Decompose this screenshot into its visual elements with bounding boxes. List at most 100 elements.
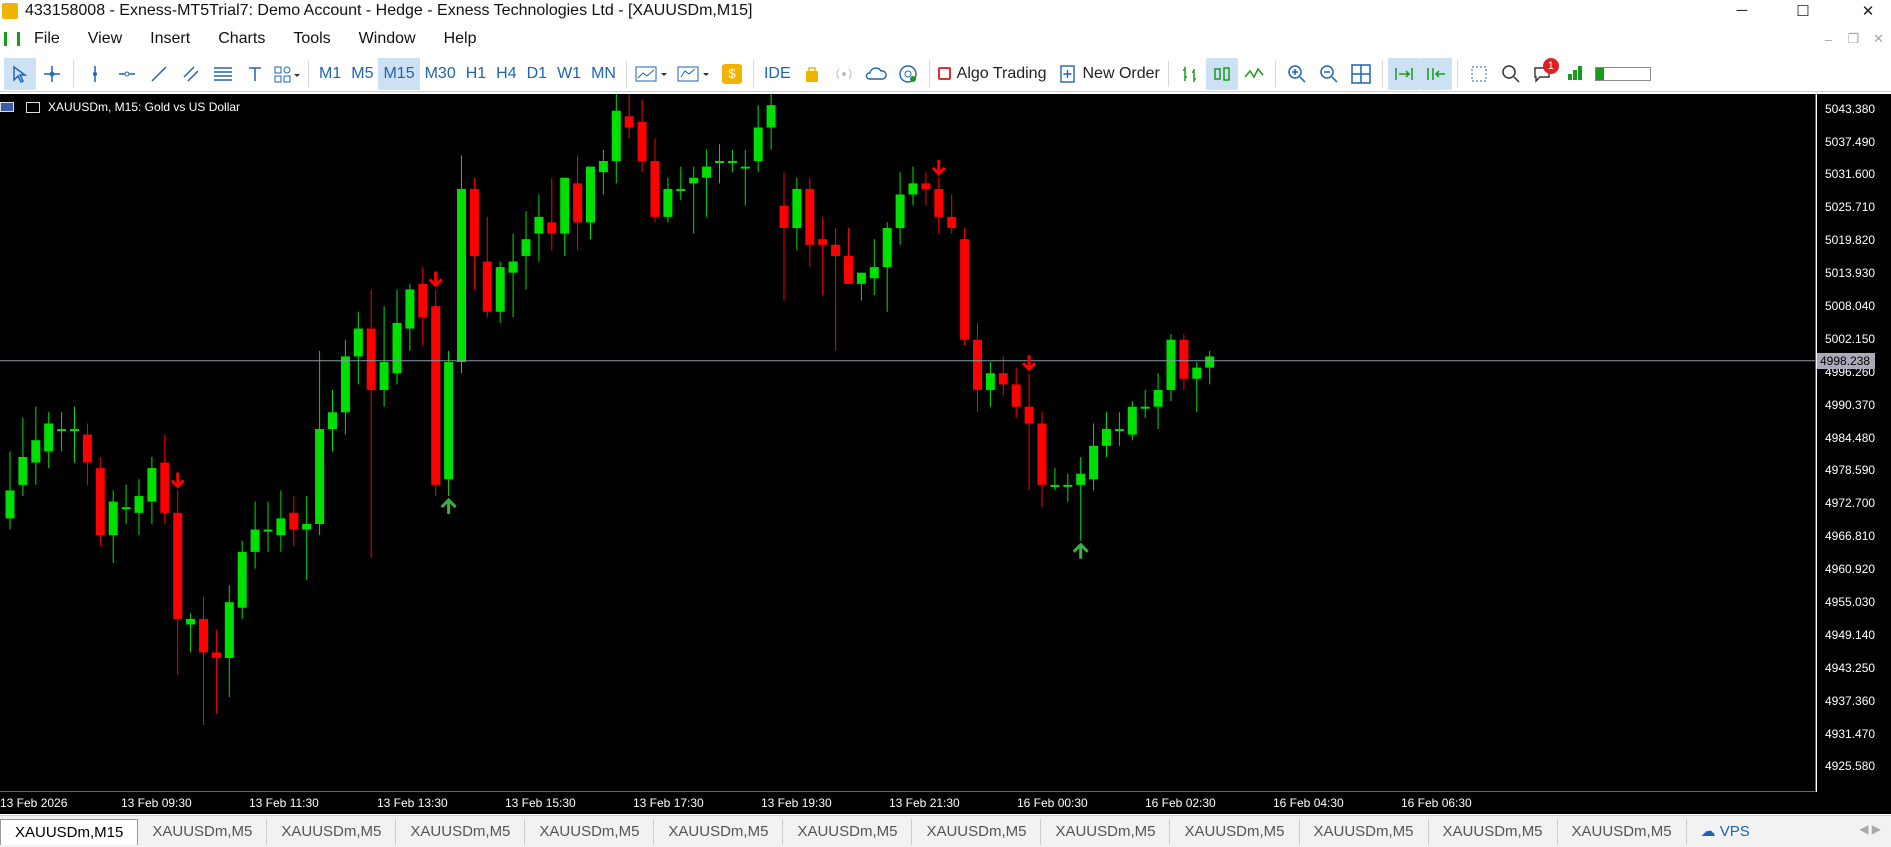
cloud-icon[interactable] xyxy=(860,58,892,90)
candle-body xyxy=(431,306,441,485)
candlestick-icon[interactable] xyxy=(1205,57,1238,90)
chart-tab[interactable]: XAUUSDm,M5 xyxy=(1300,818,1429,845)
chart-tab[interactable]: XAUUSDm,M5 xyxy=(1041,818,1171,845)
tile-windows-icon[interactable] xyxy=(1345,58,1377,90)
price-tick-label: 4943.250 xyxy=(1825,660,1876,675)
price-tick-label: 5037.490 xyxy=(1825,134,1876,149)
chart-tab[interactable]: XAUUSDm,M5 xyxy=(654,818,784,845)
menu-insert[interactable]: Insert xyxy=(136,22,204,56)
menu-tools[interactable]: Tools xyxy=(279,22,344,56)
time-tick-label: 13 Feb 2026 xyxy=(0,796,68,810)
chart-symbol-label: XAUUSDm, M15: Gold vs US Dollar xyxy=(48,100,241,114)
market-bag-icon[interactable] xyxy=(796,58,828,90)
chart-tab[interactable]: XAUUSDm,M5 xyxy=(1429,818,1558,845)
candle-body xyxy=(1205,356,1215,368)
chart-tab[interactable]: XAUUSDm,M15 xyxy=(0,818,139,845)
candle-body xyxy=(482,261,492,312)
chart-tab[interactable]: XAUUSDm,M5 xyxy=(912,818,1042,845)
notifications-icon[interactable]: 1 xyxy=(1527,57,1559,90)
timeframe-m15[interactable]: M15 xyxy=(378,57,420,90)
zoom-out-icon[interactable] xyxy=(1313,58,1345,90)
candle-body xyxy=(1166,339,1176,390)
price-axis[interactable]: 5043.380 5037.490 5031.600 5025.710 5019.820… xyxy=(1817,94,1891,792)
line-chart-icon[interactable] xyxy=(1238,58,1270,90)
menu-help[interactable]: Help xyxy=(430,22,491,56)
mdi-close-button[interactable]: ✕ xyxy=(1866,31,1891,47)
crosshair-icon[interactable] xyxy=(36,58,68,90)
maximize-button[interactable]: ☐ xyxy=(1780,0,1826,21)
chart-shift-icon[interactable] xyxy=(1419,57,1452,90)
candle-body xyxy=(1050,484,1060,487)
zoom-in-icon[interactable] xyxy=(1281,58,1313,90)
menu-charts[interactable]: Charts xyxy=(204,22,279,56)
time-tick-label: 16 Feb 04:30 xyxy=(1273,796,1344,810)
candle-body xyxy=(173,512,183,619)
tab-scroll-arrows[interactable]: ◀ ▶ xyxy=(1859,822,1881,836)
search-icon[interactable] xyxy=(1495,58,1527,90)
bar-chart-icon[interactable] xyxy=(1174,58,1206,90)
chart-tab[interactable]: XAUUSDm,M5 xyxy=(1170,818,1300,845)
candlestick-chart[interactable] xyxy=(0,94,1816,792)
minimize-button[interactable]: ─ xyxy=(1719,0,1765,21)
menu-window[interactable]: Window xyxy=(345,22,430,56)
timeframe-w1[interactable]: W1 xyxy=(552,58,586,90)
mdi-restore-button[interactable]: ❐ xyxy=(1841,31,1866,47)
algo-trading-button[interactable]: Algo Trading xyxy=(935,58,1050,90)
timeframe-d1[interactable]: D1 xyxy=(522,58,552,90)
chart-tab[interactable]: XAUUSDm,M5 xyxy=(267,818,397,845)
toolbar-divider xyxy=(625,60,627,87)
chart-tab[interactable]: XAUUSDm,M5 xyxy=(783,818,913,845)
new-order-button[interactable]: New Order xyxy=(1057,58,1162,90)
fibonacci-icon[interactable] xyxy=(207,58,239,90)
toolbar-divider xyxy=(1456,60,1458,87)
text-tool-icon[interactable] xyxy=(239,58,271,90)
candle-body xyxy=(611,110,621,162)
dollar-icon[interactable]: $ xyxy=(716,58,748,90)
chart-tab[interactable]: XAUUSDm,M5 xyxy=(138,818,268,845)
mdi-minimize-button[interactable]: – xyxy=(1816,32,1841,47)
menu-file[interactable]: File xyxy=(20,22,74,56)
toolbar: M1 M5 M15 M30 H1 H4 D1 W1 MN $ IDE Algo … xyxy=(0,56,1891,92)
candle-body xyxy=(985,373,995,390)
chart-area[interactable]: XAUUSDm, M15: Gold vs US Dollar xyxy=(0,94,1816,792)
candle-body xyxy=(753,127,763,162)
chart-tab[interactable]: XAUUSDm,M5 xyxy=(1558,818,1687,845)
candle-body xyxy=(495,267,505,312)
chart-tab[interactable]: XAUUSDm,M5 xyxy=(396,818,526,845)
trendline-icon[interactable] xyxy=(143,58,175,90)
timeframe-h4[interactable]: H4 xyxy=(491,58,521,90)
timeframe-m5[interactable]: M5 xyxy=(346,58,378,90)
auto-scroll-icon[interactable] xyxy=(1387,57,1420,90)
tab-vps[interactable]: ☁ VPS xyxy=(1687,819,1764,845)
sell-arrow-icon xyxy=(931,159,946,176)
price-tick-label: 4955.030 xyxy=(1825,594,1876,609)
chart-tab[interactable]: XAUUSDm,M5 xyxy=(525,818,655,845)
timeframe-h1[interactable]: H1 xyxy=(461,58,491,90)
close-button[interactable]: ✕ xyxy=(1845,0,1891,21)
menu-view[interactable]: View xyxy=(74,22,136,56)
templates-icon[interactable] xyxy=(674,58,716,90)
timeframe-m30[interactable]: M30 xyxy=(420,58,461,90)
screenshot-icon[interactable] xyxy=(1463,58,1495,90)
horizontal-line-icon[interactable] xyxy=(111,58,143,90)
bid-price-label: 4998.238 xyxy=(1817,352,1875,369)
cursor-icon[interactable] xyxy=(4,57,36,90)
algo-trading-label: Algo Trading xyxy=(956,64,1047,82)
vertical-line-icon[interactable] xyxy=(79,58,111,90)
candle-body xyxy=(366,328,376,390)
chart-header: XAUUSDm, M15: Gold vs US Dollar xyxy=(0,100,240,114)
candle-body xyxy=(960,239,970,340)
time-axis[interactable]: 13 Feb 2026 13 Feb 09:30 13 Feb 11:30 13 Fe… xyxy=(0,792,1891,814)
candle-body xyxy=(508,261,518,273)
channel-icon[interactable] xyxy=(175,58,207,90)
shapes-icon[interactable] xyxy=(271,58,303,90)
candle-body xyxy=(1076,473,1086,485)
signals-icon[interactable] xyxy=(828,58,860,90)
timeframe-mn[interactable]: MN xyxy=(586,58,621,90)
ide-button[interactable]: IDE xyxy=(759,58,796,90)
toolbar-divider xyxy=(1381,60,1383,87)
indicators-icon[interactable] xyxy=(632,58,674,90)
timeframe-m1[interactable]: M1 xyxy=(314,58,346,90)
candle-body xyxy=(457,188,466,363)
vps-network-icon[interactable] xyxy=(892,58,924,90)
